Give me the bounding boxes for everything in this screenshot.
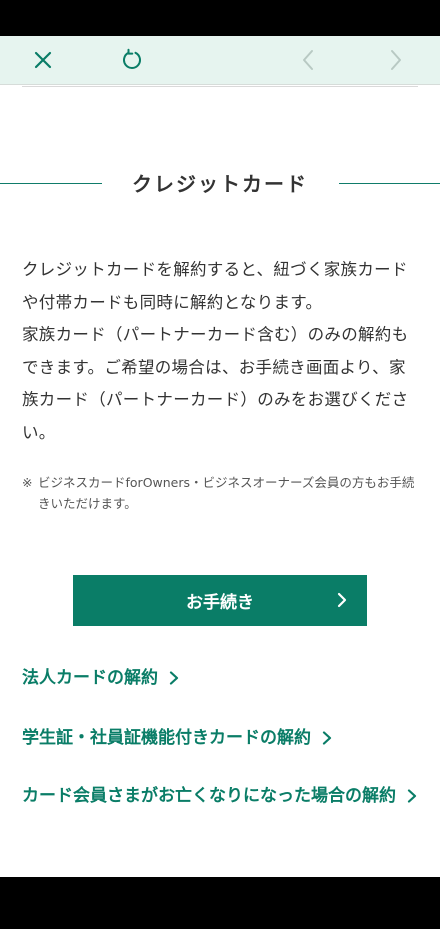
section-title: クレジットカード — [132, 172, 308, 196]
id-card-cancel-link[interactable]: 学生証・社員証機能付きカードの解約 — [22, 722, 418, 754]
section-heading: クレジットカード — [0, 167, 440, 203]
link-label: カード会員さまがお亡くなりになった場合の解約 — [22, 786, 396, 806]
forward-button[interactable] — [372, 36, 420, 84]
close-button[interactable] — [19, 36, 67, 84]
link-label: 学生証・社員証機能付きカードの解約 — [22, 728, 311, 748]
link-label: 法人カードの解約 — [22, 668, 158, 688]
corporate-card-cancel-link[interactable]: 法人カードの解約 — [22, 662, 418, 694]
chevron-right-icon — [391, 50, 401, 70]
chevron-left-icon — [303, 50, 313, 70]
status-bar — [0, 0, 440, 36]
procedure-button-label: お手続き — [186, 593, 254, 613]
chevron-right-icon — [322, 731, 332, 745]
deceased-member-cancel-link[interactable]: カード会員さまがお亡くなりになった場合の解約 — [22, 780, 418, 812]
back-button[interactable] — [284, 36, 332, 84]
reload-button[interactable] — [108, 36, 156, 84]
note-text: ビジネスカードforOwners・ビジネスオーナーズ会員の方もお手続きいただけま… — [38, 475, 415, 511]
chevron-right-icon — [337, 592, 347, 608]
note: ※ ビジネスカードforOwners・ビジネスオーナーズ会員の方もお手続きいただ… — [22, 472, 418, 514]
reload-icon — [123, 48, 141, 69]
note-mark: ※ — [22, 475, 33, 490]
browser-nav-bar — [0, 36, 440, 85]
procedure-button[interactable]: お手続き — [73, 575, 367, 626]
chevron-right-icon — [407, 789, 417, 803]
divider — [22, 86, 418, 87]
chevron-right-icon — [169, 671, 179, 685]
close-icon — [34, 51, 52, 69]
section-body-text: クレジットカードを解約すると、紐づく家族カードや付帯カードも同時に解約となります… — [22, 260, 409, 442]
system-nav-bar — [0, 877, 440, 929]
